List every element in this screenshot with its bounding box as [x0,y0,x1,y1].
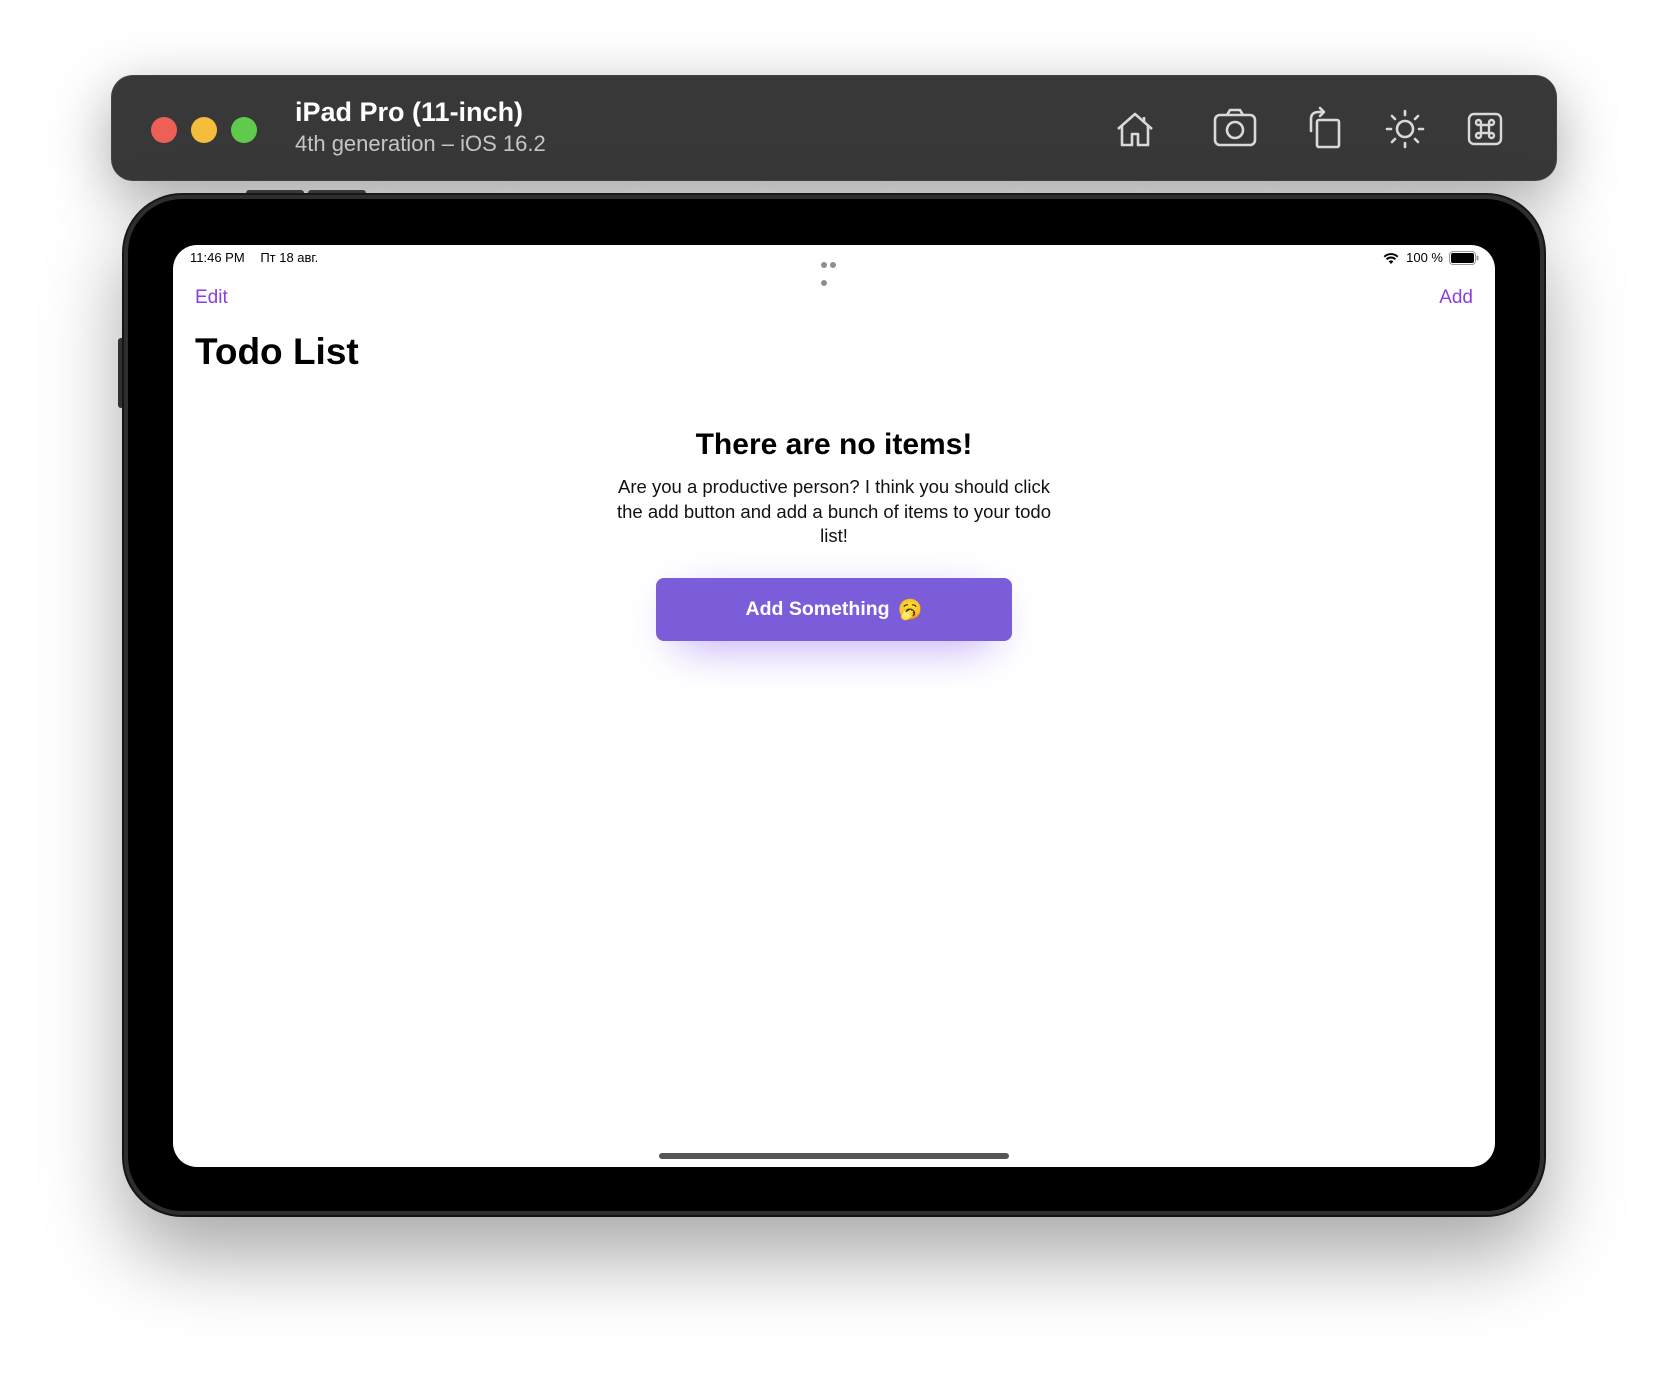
battery-percentage: 100 % [1406,250,1443,265]
brightness-icon[interactable] [1381,105,1429,153]
device-subtitle: 4th generation – iOS 16.2 [295,131,546,156]
wifi-icon [1383,252,1399,264]
multitasking-menu-icon[interactable] [821,255,847,286]
rotate-icon[interactable] [1301,105,1349,153]
command-icon[interactable] [1461,105,1509,153]
edit-button[interactable]: Edit [195,287,228,309]
page-title: Todo List [195,331,359,372]
add-button[interactable]: Add [1439,287,1473,309]
close-window-button[interactable] [151,117,177,143]
add-something-label: Add Something [745,598,890,620]
screenshot-icon[interactable] [1211,105,1259,153]
simulator-titlebar: iPad Pro (11-inch) 4th generation – iOS … [111,75,1557,181]
status-time: 11:46 PM [190,250,245,265]
yawning-face-icon: 🥱 [897,599,923,621]
home-indicator[interactable] [659,1153,1009,1159]
ipad-screen: 11:46 PM Пт 18 авг. 100 % Edit Add Todo … [173,245,1495,1167]
empty-state-body: Are you a productive person? I think you… [616,476,1052,546]
status-date: Пт 18 авг. [260,250,319,265]
add-something-button[interactable]: Add Something 🥱 [656,578,1012,641]
status-bar-right: 100 % [1382,250,1479,265]
battery-icon [1449,250,1479,265]
home-icon[interactable] [1111,105,1159,153]
minimize-window-button[interactable] [191,117,217,143]
status-bar-left: 11:46 PM Пт 18 авг. [190,250,318,265]
empty-state-heading: There are no items! [695,428,973,461]
device-name: iPad Pro (11-inch) [295,97,524,127]
zoom-window-button[interactable] [231,117,257,143]
